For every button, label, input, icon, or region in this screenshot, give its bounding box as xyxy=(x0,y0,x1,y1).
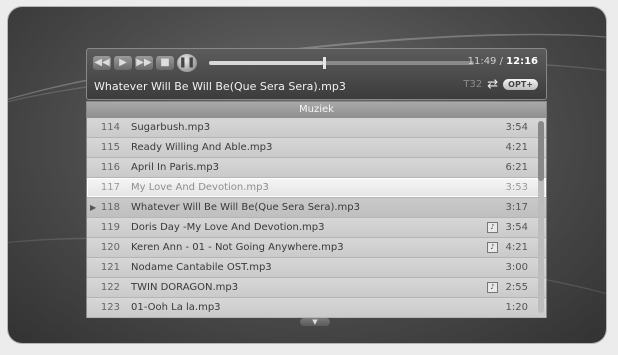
track-name: Whatever Will Be Will Be(Que Sera Sera).… xyxy=(131,202,360,213)
track-index: 114 xyxy=(100,122,120,133)
track-duration: 3:17 xyxy=(505,202,528,213)
track-name: My Love And Devotion.mp3 xyxy=(131,182,269,193)
lyrics-icon: ♪ xyxy=(487,222,498,233)
list-item[interactable]: 123 01-Ooh La la.mp3 1:20 xyxy=(87,298,546,318)
list-item[interactable]: ▶ 118 Whatever Will Be Will Be(Que Sera Se… xyxy=(87,198,546,218)
rewind-icon[interactable]: ◀◀ xyxy=(93,56,111,70)
list-item[interactable]: 115 Ready Willing And Able.mp3 4:21 xyxy=(87,138,546,158)
track-index: 115 xyxy=(100,142,120,153)
track-name: TWIN DORAGON.mp3 xyxy=(131,282,239,293)
list-item[interactable]: 121 Nodame Cantabile OST.mp3 3:00 xyxy=(87,258,546,278)
time-display: 11:49 / 12:16 xyxy=(468,56,538,67)
player-header: ◀◀ ▶ ▶▶ ■ ❚❚ 11:49 / 12:16 Whatever Will… xyxy=(86,48,547,100)
track-duration: 4:21 xyxy=(505,242,528,253)
playlist-scrollbar[interactable] xyxy=(538,121,544,313)
play-icon[interactable]: ▶ xyxy=(114,56,132,70)
music-player: ◀◀ ▶ ▶▶ ■ ❚❚ 11:49 / 12:16 Whatever Will… xyxy=(86,48,547,348)
track-name: Nodame Cantabile OST.mp3 xyxy=(131,262,272,273)
progress-bar[interactable] xyxy=(209,57,474,69)
lyrics-icon: ♪ xyxy=(487,282,498,293)
time-elapsed: 11:49 xyxy=(467,56,497,67)
track-name: 01-Ooh La la.mp3 xyxy=(131,302,221,313)
track-duration: 6:21 xyxy=(505,162,528,173)
fast-forward-icon[interactable]: ▶▶ xyxy=(135,56,153,70)
list-item[interactable]: 119 Doris Day -My Love And Devotion.mp3 ♪ 3… xyxy=(87,218,546,238)
track-number: T32 xyxy=(463,79,483,90)
opt-button[interactable]: OPT+ xyxy=(503,79,538,90)
track-index: 122 xyxy=(100,282,120,293)
track-name: Sugarbush.mp3 xyxy=(131,122,211,133)
now-playing-icon: ▶ xyxy=(90,203,97,212)
track-index: 120 xyxy=(100,242,120,253)
list-item[interactable]: 114 Sugarbush.mp3 3:54 xyxy=(87,118,546,138)
time-total: 12:16 xyxy=(506,56,538,67)
scroll-down-icon[interactable]: ▼ xyxy=(300,318,330,326)
transport-controls: ◀◀ ▶ ▶▶ ■ ❚❚ xyxy=(93,54,197,72)
list-item[interactable]: 116 April In Paris.mp3 6:21 xyxy=(87,158,546,178)
progress-fill xyxy=(209,61,323,65)
track-name: Keren Ann - 01 - Not Going Anywhere.mp3 xyxy=(131,242,344,253)
now-playing-title: Whatever Will Be Will Be(Que Sera Sera).… xyxy=(94,80,346,93)
track-name: Doris Day -My Love And Devotion.mp3 xyxy=(131,222,325,233)
stop-icon[interactable]: ■ xyxy=(156,56,174,70)
list-item[interactable]: 122 TWIN DORAGON.mp3 ♪ 2:55 xyxy=(87,278,546,298)
track-index: 123 xyxy=(100,302,120,313)
track-duration: 3:00 xyxy=(505,262,528,273)
track-name: Ready Willing And Able.mp3 xyxy=(131,142,273,153)
track-index: 116 xyxy=(100,162,120,173)
list-item[interactable]: 120 Keren Ann - 01 - Not Going Anywhere.m… xyxy=(87,238,546,258)
pause-icon[interactable]: ❚❚ xyxy=(177,54,197,72)
track-index: 118 xyxy=(100,202,120,213)
list-item[interactable]: 117 My Love And Devotion.mp3 3:53 xyxy=(87,178,546,198)
playlist-rows: 114 Sugarbush.mp3 3:54 115 Ready Willing And… xyxy=(87,118,546,318)
playlist-title: Muziek xyxy=(87,102,546,118)
lyrics-icon: ♪ xyxy=(487,242,498,253)
track-index: 121 xyxy=(100,262,120,273)
track-duration: 3:53 xyxy=(505,182,528,193)
header-meta: T32 ⇄ OPT+ xyxy=(463,78,538,91)
repeat-icon[interactable]: ⇄ xyxy=(487,78,498,91)
playlist-panel: Muziek 114 Sugarbush.mp3 3:54 115 Ready Will… xyxy=(86,101,547,318)
track-duration: 3:54 xyxy=(505,222,528,233)
track-index: 117 xyxy=(100,182,120,193)
track-duration: 1:20 xyxy=(505,302,528,313)
track-index: 119 xyxy=(100,222,120,233)
track-name: April In Paris.mp3 xyxy=(131,162,219,173)
track-duration: 3:54 xyxy=(505,122,528,133)
track-duration: 2:55 xyxy=(505,282,528,293)
progress-knob[interactable] xyxy=(322,57,326,69)
scroll-thumb[interactable] xyxy=(538,121,544,181)
track-duration: 4:21 xyxy=(505,142,528,153)
time-separator: / xyxy=(496,56,507,67)
